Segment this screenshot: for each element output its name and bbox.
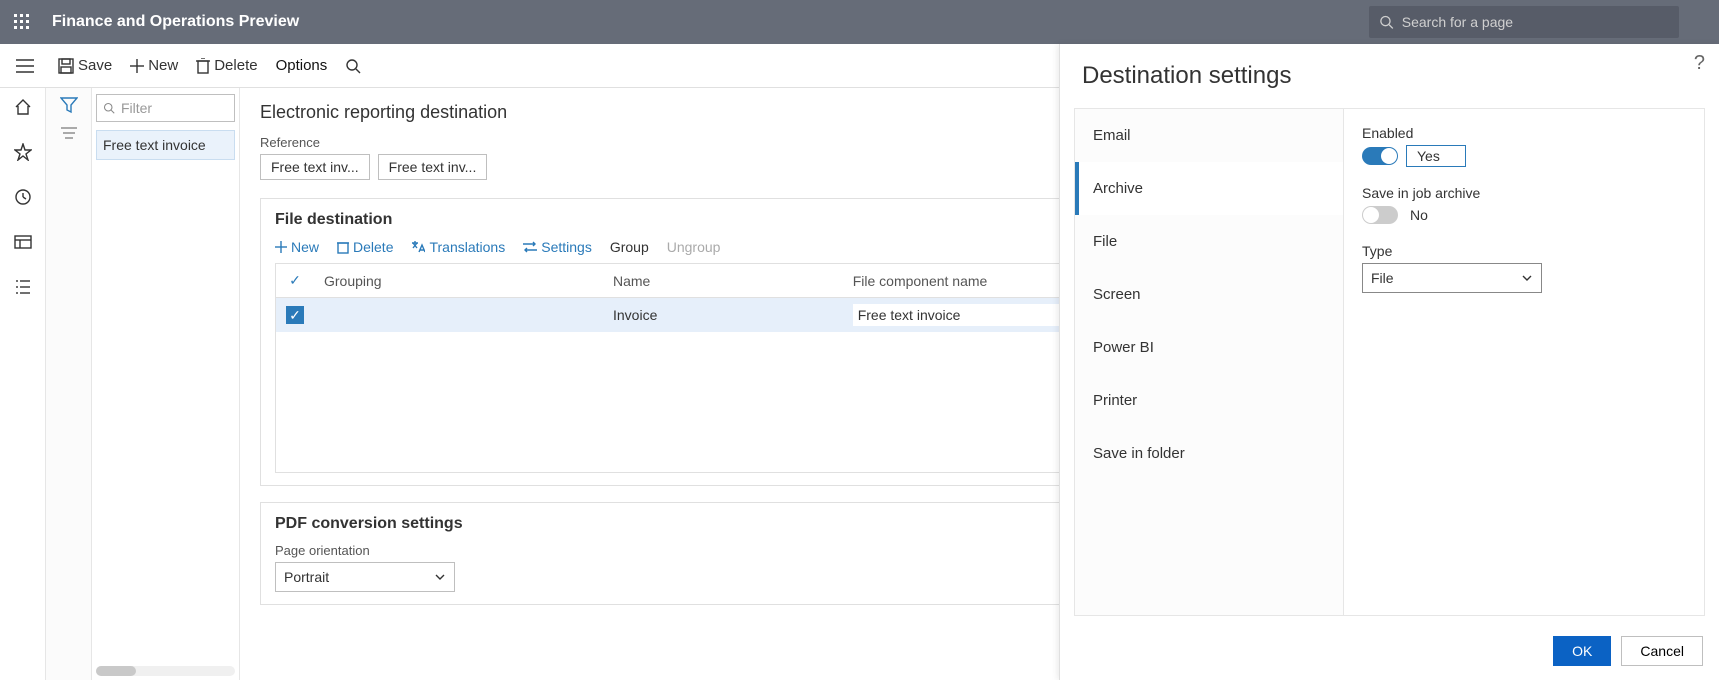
- list-item[interactable]: Free text invoice: [96, 130, 235, 160]
- delete-button[interactable]: Delete: [196, 57, 257, 74]
- delete-label: Delete: [214, 57, 257, 74]
- fd-group-button[interactable]: Group: [610, 239, 649, 255]
- search-icon: [1379, 14, 1394, 30]
- type-select[interactable]: File: [1362, 263, 1542, 293]
- chevron-down-icon: [434, 571, 446, 583]
- app-title: Finance and Operations Preview: [52, 13, 299, 31]
- reference-value-2[interactable]: Free text inv...: [378, 154, 488, 180]
- swap-icon: [523, 241, 537, 253]
- tab-save-folder[interactable]: Save in folder: [1075, 427, 1343, 480]
- type-label: Type: [1362, 243, 1686, 259]
- reference-value-1[interactable]: Free text inv...: [260, 154, 370, 180]
- search-icon: [345, 58, 361, 74]
- save-button[interactable]: Save: [58, 57, 112, 74]
- filter-rail: [46, 88, 92, 680]
- save-label: Save: [78, 57, 112, 74]
- list-scrollbar-thumb[interactable]: [96, 666, 136, 676]
- tab-powerbi[interactable]: Power BI: [1075, 321, 1343, 374]
- help-icon[interactable]: ?: [1694, 52, 1705, 75]
- search-input[interactable]: [1402, 14, 1669, 30]
- col-select[interactable]: ✓: [276, 264, 315, 298]
- funnel-icon[interactable]: [60, 96, 78, 117]
- panel-title: Destination settings: [1082, 62, 1697, 90]
- fd-ungroup-button: Ungroup: [667, 239, 721, 255]
- col-name[interactable]: Name: [603, 264, 843, 298]
- save-icon: [58, 58, 74, 74]
- global-search[interactable]: [1369, 6, 1679, 38]
- cell-grouping[interactable]: [314, 298, 603, 333]
- workspaces-icon[interactable]: [14, 233, 32, 254]
- tab-archive[interactable]: Archive: [1075, 162, 1343, 215]
- home-icon[interactable]: [14, 98, 32, 119]
- tab-file[interactable]: File: [1075, 215, 1343, 268]
- modules-icon[interactable]: [14, 278, 32, 299]
- panel-tabs: Email Archive File Screen Power BI Print…: [1074, 108, 1344, 616]
- panel-form: Enabled Yes Save in job archive No Type …: [1344, 108, 1705, 616]
- save-archive-value: No: [1406, 205, 1466, 225]
- enabled-value[interactable]: Yes: [1406, 145, 1466, 167]
- options-button[interactable]: Options: [276, 57, 328, 74]
- chevron-down-icon: [1521, 272, 1533, 284]
- star-icon[interactable]: [14, 143, 32, 164]
- find-button[interactable]: [345, 58, 361, 74]
- trash-icon: [196, 58, 210, 74]
- fd-delete-button[interactable]: Delete: [337, 239, 393, 255]
- ok-button[interactable]: OK: [1553, 636, 1611, 666]
- plus-icon: [130, 59, 144, 73]
- fd-settings-button[interactable]: Settings: [523, 239, 592, 255]
- app-topbar: Finance and Operations Preview: [0, 0, 1719, 44]
- orientation-select[interactable]: Portrait: [275, 562, 455, 592]
- fd-new-button[interactable]: New: [275, 239, 319, 255]
- list-filter[interactable]: [96, 94, 235, 122]
- fd-translations-button[interactable]: Translations: [411, 239, 505, 255]
- recent-icon[interactable]: [14, 188, 32, 209]
- save-archive-toggle[interactable]: [1362, 206, 1398, 224]
- tab-screen[interactable]: Screen: [1075, 268, 1343, 321]
- list-filter-input[interactable]: [121, 100, 228, 116]
- new-label: New: [148, 57, 178, 74]
- cancel-button[interactable]: Cancel: [1621, 636, 1703, 666]
- row-checkbox[interactable]: ✓: [286, 306, 304, 324]
- tab-printer[interactable]: Printer: [1075, 374, 1343, 427]
- list-indicator-icon[interactable]: [57, 123, 81, 143]
- nav-rail: [0, 88, 46, 680]
- record-list-panel: Free text invoice: [92, 88, 240, 680]
- trash-icon: [337, 240, 349, 254]
- col-grouping[interactable]: Grouping: [314, 264, 603, 298]
- hamburger-icon[interactable]: [10, 59, 40, 73]
- enabled-toggle[interactable]: [1362, 147, 1398, 165]
- search-icon: [103, 101, 115, 115]
- plus-icon: [275, 241, 287, 253]
- waffle-icon[interactable]: [0, 0, 44, 44]
- cell-name[interactable]: Invoice: [603, 298, 843, 333]
- destination-settings-panel: ? Destination settings Email Archive Fil…: [1059, 44, 1719, 680]
- options-label: Options: [276, 57, 328, 74]
- save-archive-label: Save in job archive: [1362, 185, 1686, 201]
- new-button[interactable]: New: [130, 57, 178, 74]
- tab-email[interactable]: Email: [1075, 109, 1343, 162]
- translate-icon: [411, 240, 425, 254]
- enabled-label: Enabled: [1362, 125, 1686, 141]
